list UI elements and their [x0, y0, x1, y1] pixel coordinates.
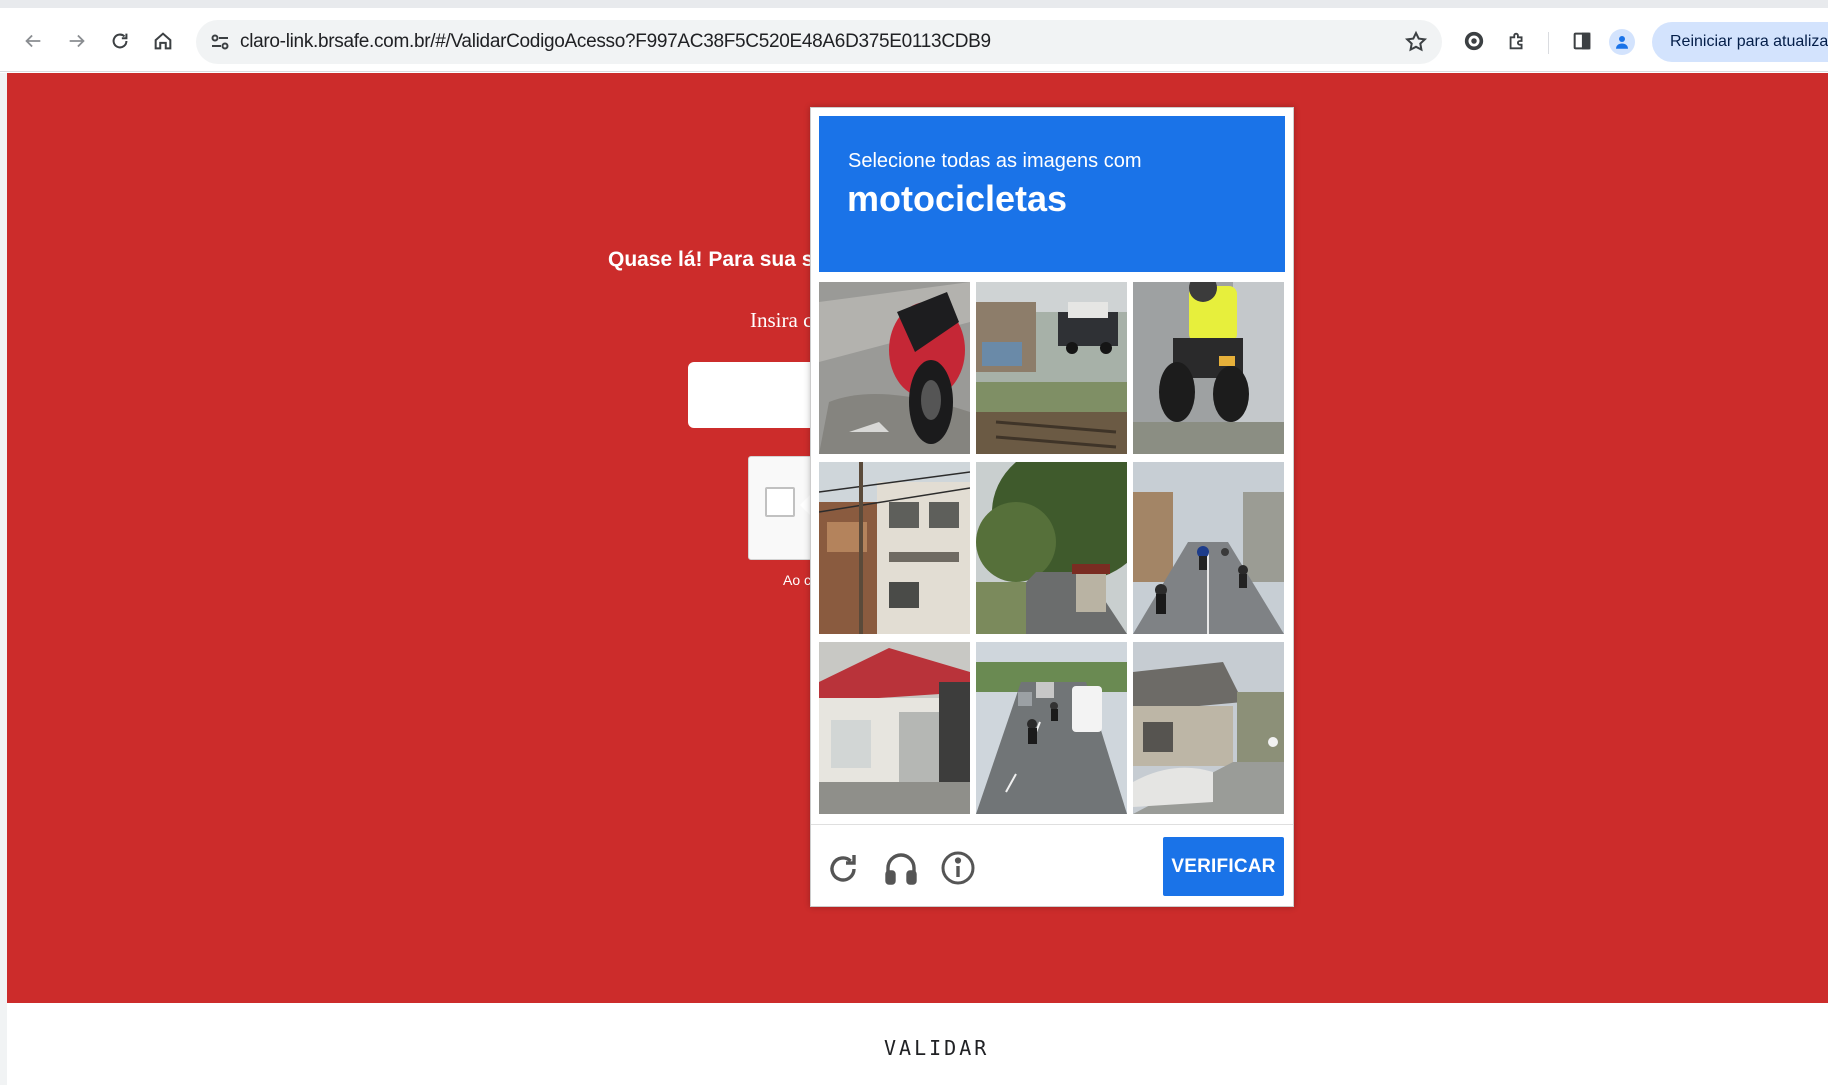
reload-button[interactable]: [103, 24, 137, 58]
image-tile-1[interactable]: [819, 282, 970, 454]
image-tile-5[interactable]: [976, 462, 1127, 634]
profile-button[interactable]: [1609, 29, 1635, 55]
back-icon: [25, 34, 41, 48]
page-left-edge: [0, 73, 7, 1085]
challenge-info-button[interactable]: [938, 848, 978, 888]
site-settings-icon[interactable]: [208, 30, 232, 54]
reload-icon: [830, 855, 856, 882]
challenge-header: Selecione todas as imagens com motocicle…: [819, 116, 1285, 272]
image-tile-4-picture: [819, 462, 970, 634]
image-tile-3[interactable]: [1133, 282, 1284, 454]
side-panel-icon: [1573, 32, 1591, 50]
validate-button[interactable]: VALIDAR: [884, 1036, 989, 1060]
image-tile-4[interactable]: [819, 462, 970, 634]
extensions-button[interactable]: [1500, 24, 1534, 58]
side-panel-button[interactable]: [1565, 24, 1599, 58]
forward-icon: [69, 34, 85, 48]
back-button[interactable]: [16, 24, 50, 58]
forward-button[interactable]: [60, 24, 94, 58]
toolbar-separator: [1548, 32, 1549, 54]
info-icon: [941, 851, 975, 885]
image-tile-7-picture: [819, 642, 970, 814]
image-tile-6[interactable]: [1133, 462, 1284, 634]
reload-icon: [112, 33, 128, 49]
image-tile-9-picture: [1133, 642, 1284, 814]
image-tile-2-picture: [976, 282, 1127, 454]
image-tile-7[interactable]: [819, 642, 970, 814]
image-tile-2[interactable]: [976, 282, 1127, 454]
page-instruction: Insira c: [750, 308, 813, 332]
image-tile-9[interactable]: [1133, 642, 1284, 814]
url-text[interactable]: claro-link.brsafe.com.br/#/ValidarCodigo…: [240, 20, 991, 64]
home-button[interactable]: [146, 24, 180, 58]
extension-shield-icon: [1464, 31, 1484, 51]
browser-toolbar: claro-link.brsafe.com.br/#/ValidarCodigo…: [0, 8, 1828, 72]
image-tile-6-picture: [1133, 462, 1284, 634]
challenge-target: motocicletas: [847, 178, 1068, 219]
extension-button[interactable]: [1457, 24, 1491, 58]
home-icon: [154, 32, 172, 50]
recaptcha-checkbox[interactable]: [765, 487, 795, 517]
audio-headphones-icon: [885, 853, 917, 885]
terms-text: Ao c: [783, 572, 812, 588]
challenge-audio-button[interactable]: [881, 848, 921, 888]
image-tile-1-picture: [819, 282, 970, 454]
image-tile-5-picture: [976, 462, 1127, 634]
tab-strip: [0, 0, 1828, 8]
captcha-challenge: Selecione todas as imagens com motocicle…: [810, 107, 1294, 907]
image-tile-3-picture: [1133, 282, 1284, 454]
challenge-prompt: Selecione todas as imagens com: [848, 150, 1142, 172]
restart-to-update-button[interactable]: Reiniciar para atualizar: [1652, 22, 1828, 62]
extensions-puzzle-icon: [1509, 32, 1523, 50]
address-bar[interactable]: claro-link.brsafe.com.br/#/ValidarCodigo…: [196, 20, 1442, 64]
image-tile-8-picture: [976, 642, 1127, 814]
challenge-footer-divider: [811, 824, 1293, 825]
verify-button[interactable]: VERIFICAR: [1163, 837, 1284, 896]
bookmark-star-icon[interactable]: [1404, 30, 1428, 54]
challenge-reload-button[interactable]: [823, 848, 863, 888]
image-grid: [819, 282, 1285, 814]
image-tile-8[interactable]: [976, 642, 1127, 814]
profile-icon: [1616, 36, 1628, 49]
